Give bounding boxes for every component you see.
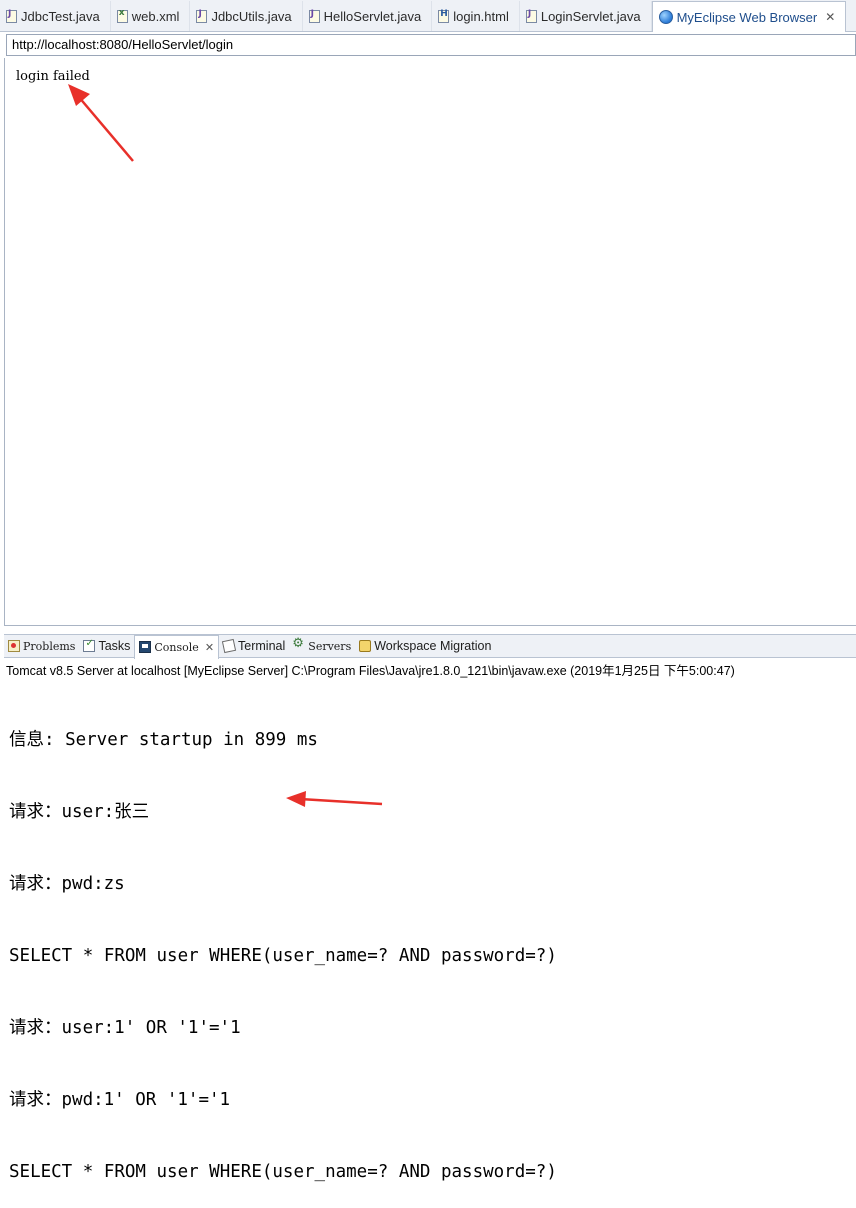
console-icon <box>139 641 152 653</box>
java-file-icon <box>308 9 320 23</box>
tab-problems[interactable]: Problems <box>4 635 79 657</box>
tab-servers[interactable]: Servers <box>289 635 355 657</box>
java-file-icon <box>196 9 208 23</box>
tab-label: Terminal <box>238 639 286 653</box>
tab-label: Tasks <box>98 639 131 653</box>
tab-label: JdbcTest.java <box>21 8 100 24</box>
html-file-icon <box>438 9 450 23</box>
console-line: 信息: Server startup in 899 ms <box>9 730 318 750</box>
globe-icon <box>658 10 673 24</box>
java-file-icon <box>6 9 17 23</box>
browser-content: login failed <box>4 58 856 626</box>
workspace-migration-icon <box>359 640 372 652</box>
tab-tasks[interactable]: Tasks <box>79 635 134 657</box>
tab-label: MyEclipse Web Browser <box>676 9 818 25</box>
java-file-icon <box>525 9 537 23</box>
problems-icon <box>8 640 20 652</box>
close-icon[interactable]: ✕ <box>825 10 835 24</box>
tab-web-xml[interactable]: web.xml <box>111 1 191 31</box>
tab-login-html[interactable]: login.html <box>432 1 520 31</box>
tab-label: HelloServlet.java <box>323 8 422 24</box>
tab-label: login.html <box>453 8 509 24</box>
tab-label: LoginServlet.java <box>540 8 641 24</box>
page-message: login failed <box>16 69 90 84</box>
editor-tab-bar: JdbcTest.java web.xml JdbcUtils.java Hel… <box>0 0 856 32</box>
console-line: 请求：pwd:zs <box>9 874 125 894</box>
console-line: SELECT * FROM user WHERE(user_name=? AND… <box>9 1162 557 1182</box>
console-output[interactable]: 信息: Server startup in 899 ms 请求：user:张三 … <box>9 680 856 1208</box>
console-line: 请求：user:张三 <box>9 802 150 822</box>
servers-icon <box>292 636 305 652</box>
close-icon[interactable]: ✕ <box>205 641 214 654</box>
console-line: 请求：pwd:1' OR '1'='1 <box>9 1090 231 1110</box>
tab-myeclipse-web-browser[interactable]: MyEclipse Web Browser ✕ <box>651 1 847 32</box>
tasks-icon <box>83 638 96 652</box>
tab-label: Servers <box>308 639 352 653</box>
tab-terminal[interactable]: Terminal <box>219 635 289 657</box>
xml-file-icon <box>116 8 128 23</box>
tab-workspace-migration[interactable]: Workspace Migration <box>355 635 495 657</box>
tab-label: Problems <box>23 639 76 653</box>
tab-label: JdbcUtils.java <box>211 8 292 24</box>
console-line: SELECT * FROM user WHERE(user_name=? AND… <box>9 946 557 966</box>
console-line: 请求：user:1' OR '1'='1 <box>9 1018 241 1038</box>
terminal-icon <box>221 638 237 654</box>
view-tab-bar: Problems Tasks Console ✕ Terminal Server… <box>4 634 856 659</box>
tab-console[interactable]: Console ✕ <box>134 634 220 659</box>
tab-jdbctest-java[interactable]: JdbcTest.java <box>0 1 111 31</box>
tab-helloservlet-java[interactable]: HelloServlet.java <box>303 1 433 31</box>
tab-label: Workspace Migration <box>374 639 492 653</box>
tab-label: web.xml <box>131 8 180 24</box>
console-title: Tomcat v8.5 Server at localhost [MyEclip… <box>6 664 735 678</box>
tab-label: Console <box>154 640 199 654</box>
tab-loginservlet-java[interactable]: LoginServlet.java <box>520 1 652 31</box>
url-input[interactable]: http://localhost:8080/HelloServlet/login <box>6 34 856 56</box>
tab-jdbcutils-java[interactable]: JdbcUtils.java <box>190 1 303 31</box>
